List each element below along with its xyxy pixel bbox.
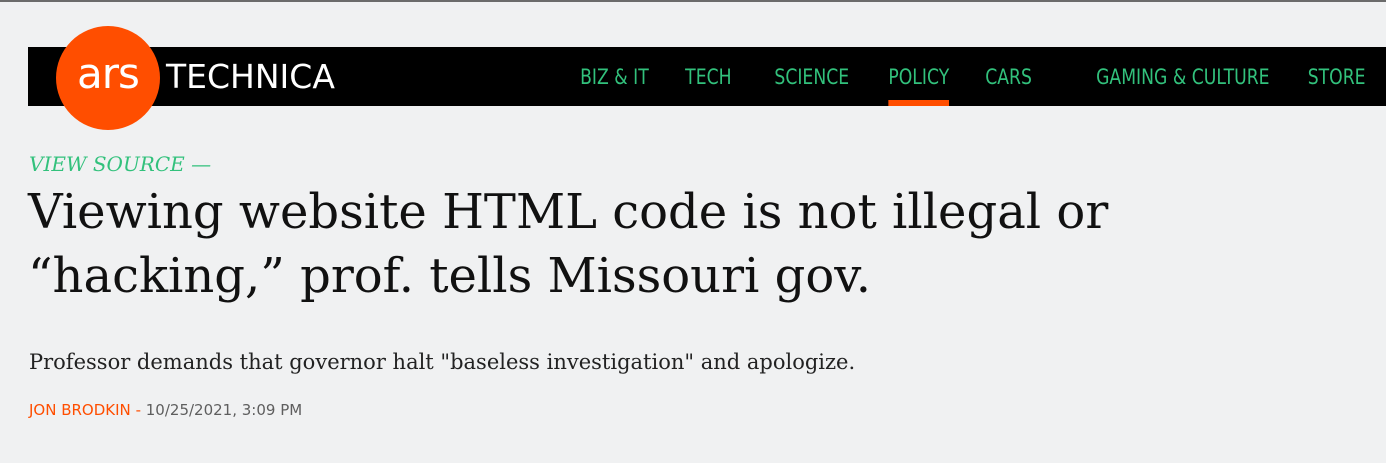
top-border — [0, 0, 1386, 2]
nav-item-store[interactable]: STORE — [1308, 47, 1366, 106]
logo-ars-text: ars — [77, 49, 140, 98]
article-byline: JON BRODKIN - 10/25/2021, 3:09 PM — [29, 400, 302, 420]
article-headline: Viewing website HTML code is not illegal… — [28, 184, 1109, 304]
publish-timestamp: 10/25/2021, 3:09 PM — [145, 401, 303, 419]
author-link[interactable]: JON BRODKIN — [29, 401, 131, 419]
article-dek: Professor demands that governor halt "ba… — [29, 350, 856, 374]
logo-technica-text[interactable]: TECHNICA — [166, 57, 335, 97]
nav-item-science[interactable]: SCIENCE — [774, 47, 849, 106]
site-logo-circle[interactable]: ars — [56, 26, 160, 130]
nav-item-tech[interactable]: TECH — [685, 47, 731, 106]
main-nav: BIZ & IT TECH SCIENCE POLICY CARS GAMING… — [539, 47, 1366, 106]
nav-item-biz-it[interactable]: BIZ & IT — [580, 47, 649, 106]
article-kicker[interactable]: VIEW SOURCE — — [29, 150, 211, 178]
nav-item-cars[interactable]: CARS — [985, 47, 1032, 106]
byline-separator: - — [135, 401, 141, 419]
nav-item-gaming-culture[interactable]: GAMING & CULTURE — [1096, 47, 1269, 106]
nav-item-policy[interactable]: POLICY — [888, 47, 950, 106]
